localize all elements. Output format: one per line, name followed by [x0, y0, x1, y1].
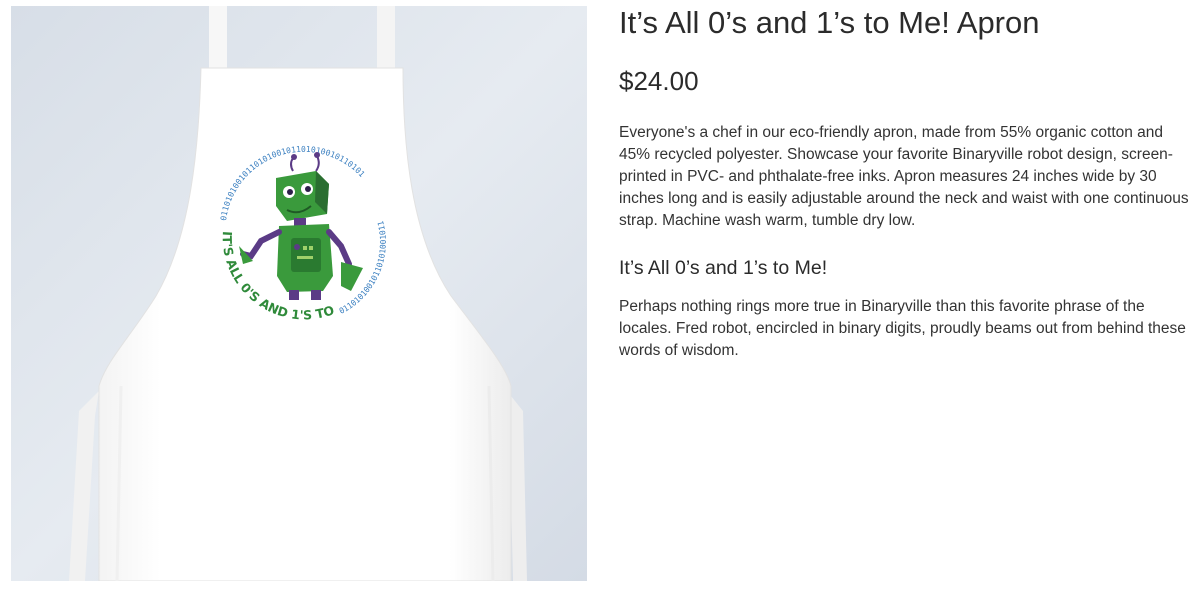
product-image: 0110101001011010100101101010010110101 01…	[11, 6, 587, 581]
neck-strap-right	[377, 6, 395, 76]
product-title: It’s All 0’s and 1’s to Me! Apron	[619, 5, 1040, 40]
neck-strap-left	[209, 6, 227, 76]
product-price: $24.00	[619, 66, 699, 96]
design-description: Perhaps nothing rings more true in Binar…	[619, 298, 1186, 359]
apron-illustration: 0110101001011010100101101010010110101 01…	[11, 6, 587, 581]
product-description: Everyone's a chef in our eco-friendly ap…	[619, 124, 1189, 229]
design-heading: It’s All 0’s and 1’s to Me!	[619, 257, 828, 279]
